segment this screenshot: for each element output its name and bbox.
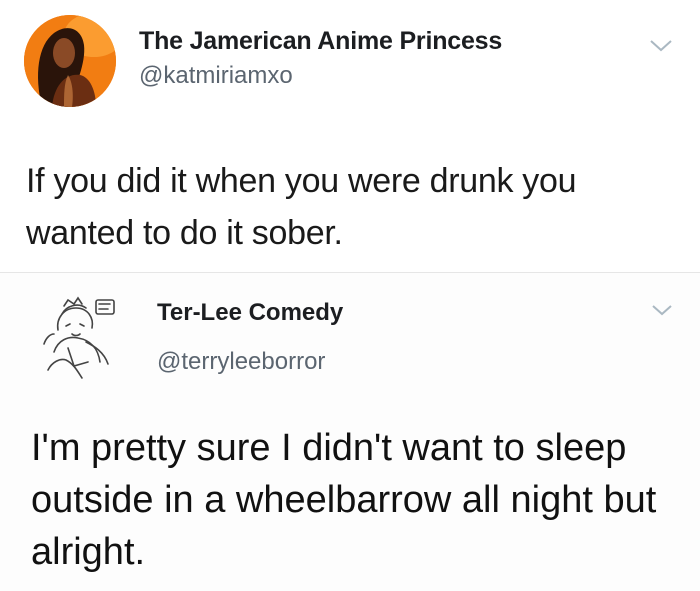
chevron-down-icon[interactable] [648,38,674,54]
profile-photo-icon [24,15,116,107]
avatar[interactable] [38,292,118,384]
user-handle[interactable]: @katmiriamxo [139,62,293,90]
display-name[interactable]: The Jamerican Anime Princess [139,27,502,56]
tweet-text: If you did it when you were drunk you wa… [26,162,577,252]
tweet-card-2[interactable]: Ter-Lee Comedy @terryleeborror I'm prett… [0,273,700,591]
avatar[interactable] [24,15,116,107]
sketch-drawing-icon [38,292,118,384]
chevron-down-icon[interactable] [650,303,674,318]
tweet-text: I'm pretty sure I didn't want to sleep o… [31,427,657,573]
display-name[interactable]: Ter-Lee Comedy [157,299,343,327]
screenshot: The Jamerican Anime Princess @katmiriamx… [0,0,700,591]
tweet-card-1[interactable]: The Jamerican Anime Princess @katmiriamx… [0,0,700,272]
user-handle[interactable]: @terryleeborror [157,348,325,376]
